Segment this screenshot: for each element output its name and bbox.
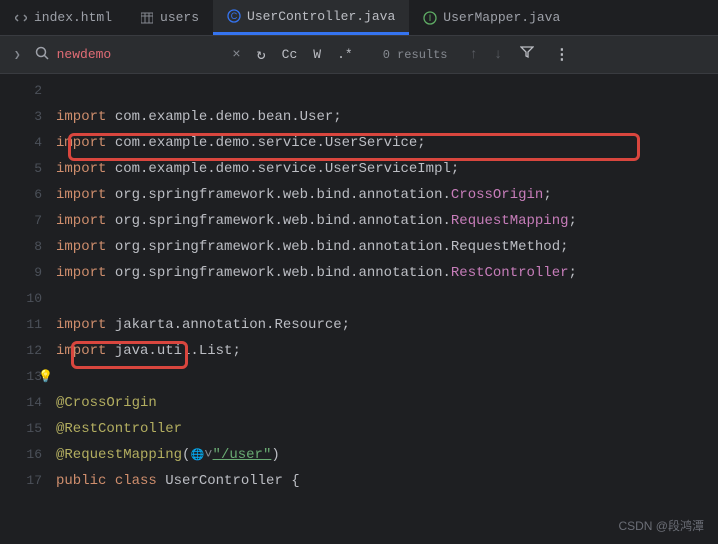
prev-match-icon[interactable]: ↑: [464, 47, 484, 63]
regex-button[interactable]: .*: [331, 44, 359, 65]
more-icon[interactable]: ⋮: [546, 45, 577, 64]
line-number: 13: [0, 364, 42, 390]
line-number: 14: [0, 390, 42, 416]
watermark: CSDN @段鸿潭: [618, 517, 704, 534]
search-results-count: 0 results: [383, 48, 448, 62]
filter-icon[interactable]: [512, 45, 542, 64]
code-line: import org.springframework.web.bind.anno…: [56, 260, 718, 286]
globe-icon: 🌐: [190, 450, 204, 462]
search-input[interactable]: [57, 47, 227, 62]
expand-chevron-icon[interactable]: ❯: [8, 48, 27, 62]
code-line: import com.example.demo.service.UserServ…: [56, 156, 718, 182]
code-line: import org.springframework.web.bind.anno…: [56, 208, 718, 234]
tab-user-mapper[interactable]: I UserMapper.java: [409, 0, 574, 35]
line-number: 9: [0, 260, 42, 286]
tab-label: users: [160, 10, 199, 25]
line-number: 15: [0, 416, 42, 442]
line-number: 3: [0, 104, 42, 130]
search-bar: ❯ × ↻ Cc W .* 0 results ↑ ↓ ⋮: [0, 36, 718, 74]
bulb-icon[interactable]: 💡: [38, 364, 53, 390]
code-line: [56, 286, 718, 312]
tab-label: index.html: [34, 10, 112, 25]
line-number: 2: [0, 78, 42, 104]
line-number: 7: [0, 208, 42, 234]
java-class-icon: C: [227, 9, 241, 23]
table-icon: [140, 11, 154, 25]
java-interface-icon: I: [423, 11, 437, 25]
tab-users[interactable]: users: [126, 0, 213, 35]
code-line: import com.example.demo.service.UserServ…: [56, 130, 718, 156]
line-number: 17: [0, 468, 42, 494]
line-number: 10: [0, 286, 42, 312]
search-input-wrap: ×: [57, 47, 247, 63]
tab-user-controller[interactable]: C UserController.java: [213, 0, 409, 35]
tab-index-html[interactable]: index.html: [0, 0, 126, 35]
code-line: import java.util.List;: [56, 338, 718, 364]
line-number: 6: [0, 182, 42, 208]
reload-icon[interactable]: ↻: [251, 42, 272, 67]
code-line: public class UserController {: [56, 468, 718, 494]
code-line: [56, 78, 718, 104]
code-line: @RestController: [56, 416, 718, 442]
code-line: import org.springframework.web.bind.anno…: [56, 182, 718, 208]
code-line: import org.springframework.web.bind.anno…: [56, 234, 718, 260]
line-number: 12: [0, 338, 42, 364]
code-line: import jakarta.annotation.Resource;: [56, 312, 718, 338]
search-icon: [35, 46, 49, 64]
line-number: 8: [0, 234, 42, 260]
line-number: 4: [0, 130, 42, 156]
editor: 2 3 4 5 6 7 8 9 10 11 12 13 14 15 16 17 …: [0, 74, 718, 544]
code-line: 💡: [56, 364, 718, 390]
match-case-button[interactable]: Cc: [276, 44, 304, 65]
code-line: @CrossOrigin: [56, 390, 718, 416]
svg-text:C: C: [231, 11, 238, 21]
svg-text:I: I: [429, 13, 432, 23]
tab-label: UserController.java: [247, 9, 395, 24]
tab-bar: index.html users C UserController.java I…: [0, 0, 718, 36]
code-line: @RequestMapping(🌐˅"/user"): [56, 442, 718, 468]
next-match-icon[interactable]: ↓: [488, 47, 508, 63]
line-number: 11: [0, 312, 42, 338]
code-area[interactable]: import com.example.demo.bean.User; impor…: [56, 74, 718, 544]
line-number: 16: [0, 442, 42, 468]
line-number: 5: [0, 156, 42, 182]
gutter: 2 3 4 5 6 7 8 9 10 11 12 13 14 15 16 17: [0, 74, 56, 544]
html-icon: [14, 11, 28, 25]
clear-search-icon[interactable]: ×: [226, 47, 246, 63]
code-line: import com.example.demo.bean.User;: [56, 104, 718, 130]
words-button[interactable]: W: [307, 44, 327, 65]
tab-label: UserMapper.java: [443, 10, 560, 25]
